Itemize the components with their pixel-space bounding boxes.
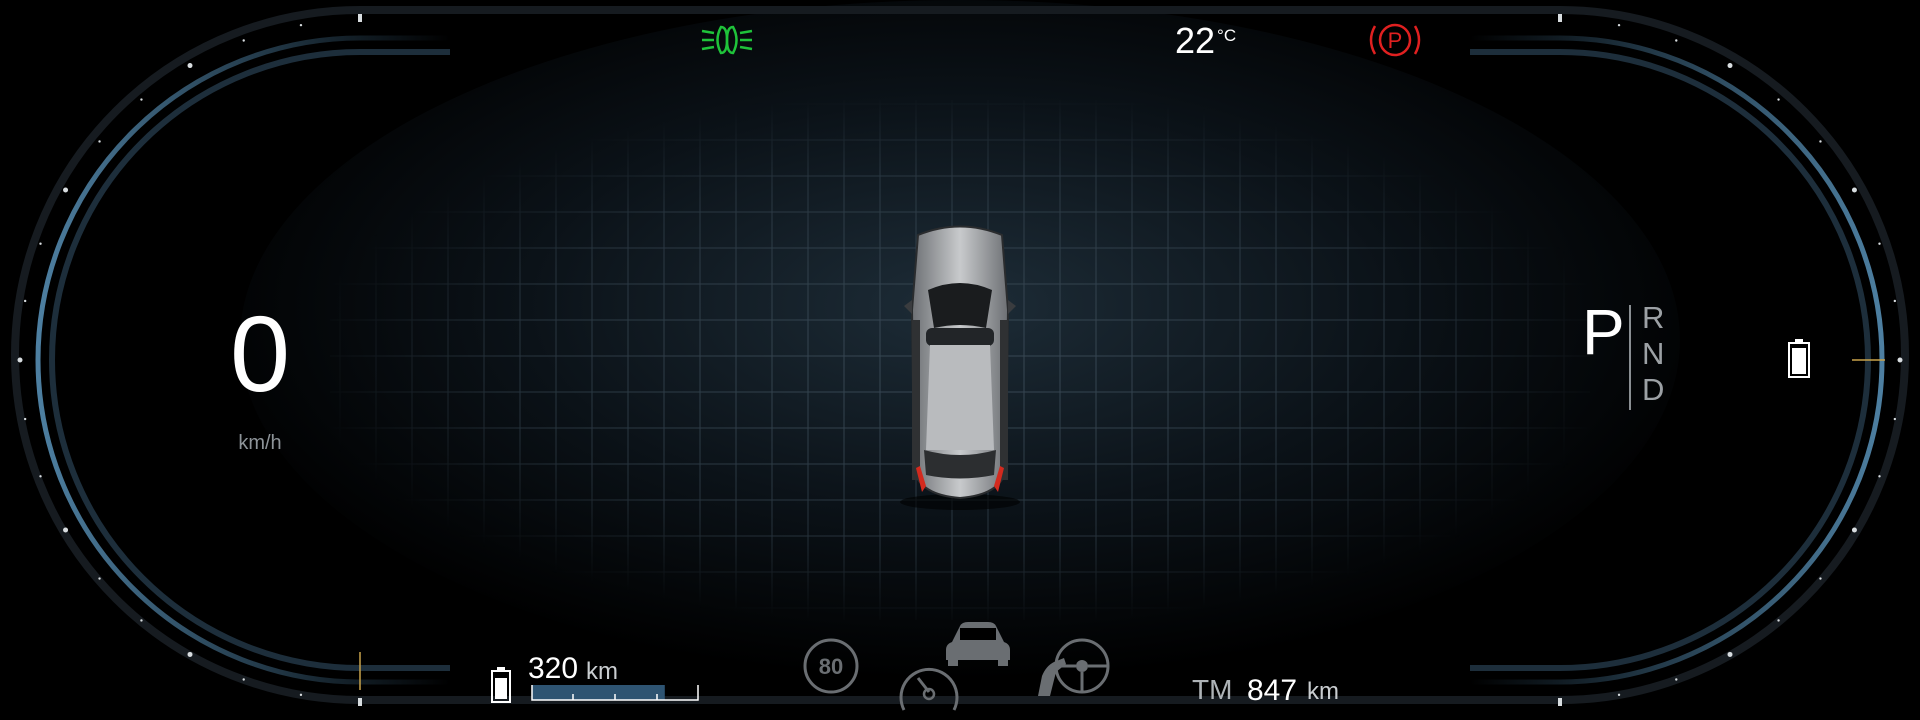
left-tick — [242, 678, 245, 681]
left-tick — [242, 39, 245, 42]
right-tick — [1897, 357, 1903, 363]
right-tick — [1878, 242, 1881, 245]
headlight-low-beam-icon — [701, 25, 753, 55]
left-tick — [23, 299, 27, 303]
right-tick — [1878, 475, 1881, 478]
lead-vehicle-icon — [946, 622, 1010, 666]
left-tick — [187, 63, 193, 69]
range-battery-icon — [491, 667, 511, 703]
left-tick — [39, 242, 42, 245]
gear-list: R N D — [1642, 300, 1665, 408]
left-tick — [187, 651, 193, 657]
battery-status-icon — [1788, 339, 1810, 378]
left-tick — [23, 417, 27, 421]
gear-n: N — [1642, 336, 1666, 371]
right-tick — [1819, 577, 1822, 580]
outside-temperature: 22 °C — [1175, 20, 1236, 62]
right-tick — [1819, 140, 1822, 143]
left-tick — [98, 140, 101, 143]
trip-value: 847 — [1247, 674, 1298, 707]
left-tick — [98, 577, 101, 580]
left-tick — [299, 23, 303, 27]
right-tick — [1617, 23, 1621, 27]
left-tick — [299, 693, 303, 697]
right-tick — [1893, 417, 1897, 421]
left-tick — [17, 357, 23, 363]
end-tick — [1558, 698, 1562, 706]
speed-unit: km/h — [238, 432, 282, 454]
gear-divider — [1629, 305, 1631, 410]
range-bar-fill — [532, 685, 665, 700]
left-tick — [63, 187, 69, 193]
temperature-unit: °C — [1217, 26, 1237, 45]
right-tick — [1893, 299, 1897, 303]
left-tick — [140, 619, 143, 622]
gear-d: D — [1642, 372, 1666, 407]
speed-value: 0 — [229, 293, 291, 414]
parking-brake-label: P — [1388, 28, 1403, 53]
trip-unit: km — [1307, 678, 1339, 705]
right-tick — [1727, 63, 1733, 69]
gear-active: P — [1582, 296, 1625, 368]
right-tick — [1851, 187, 1857, 193]
right-tick — [1777, 619, 1780, 622]
right-tick — [1617, 693, 1621, 697]
range-value: 320 — [528, 652, 579, 685]
parking-brake-icon: P — [1369, 23, 1421, 57]
steering-assist-icon — [1038, 638, 1110, 696]
end-tick — [358, 14, 362, 22]
range-bar — [531, 685, 699, 701]
right-tick — [1851, 527, 1857, 533]
end-tick — [1558, 14, 1562, 22]
speed-limit-value: 80 — [819, 654, 843, 679]
instrument-cluster: 0 km/h P R N D 22 °C P 320 km 80 TM 847 … — [0, 0, 1920, 720]
speed-limit-sign: 80 — [803, 638, 859, 694]
right-tick — [1727, 651, 1733, 657]
gear-r: R — [1642, 300, 1666, 335]
temperature-value: 22 — [1175, 20, 1216, 61]
left-tick — [140, 98, 143, 101]
trip-label: TM — [1192, 674, 1233, 705]
right-tick — [1675, 39, 1678, 42]
right-tick — [1777, 98, 1780, 101]
left-tick — [39, 475, 42, 478]
right-tick — [1675, 678, 1678, 681]
car-top-view — [900, 225, 1020, 510]
left-tick — [63, 527, 69, 533]
end-tick — [358, 698, 362, 706]
